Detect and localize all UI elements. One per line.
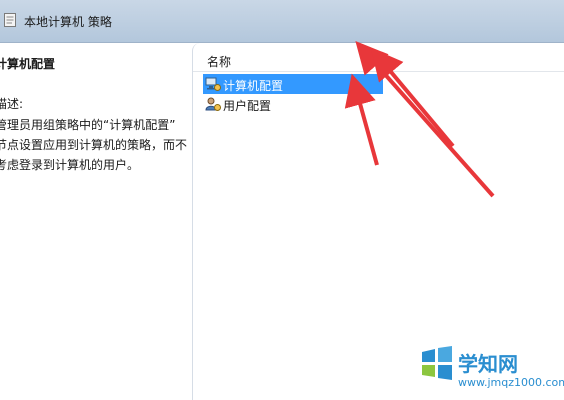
- watermark-url: www.jmqz1000.com: [458, 376, 564, 389]
- list-item-label: 计算机配置: [223, 79, 284, 93]
- description-line: 考虑登录到计算机的用户。: [0, 158, 140, 172]
- computer-config-icon: [205, 77, 221, 91]
- selected-node-heading: 计算机配置: [0, 57, 56, 71]
- watermark-text: 学知网: [458, 352, 518, 376]
- column-header-label: 名称: [207, 55, 232, 69]
- description-text: 管理员用组策略中的“计算机配置” 节点设置应用到计算机的策略，而不 考虑登录到计…: [0, 115, 191, 175]
- title-bar: 本地计算机 策略: [0, 0, 564, 43]
- description-line: 管理员用组策略中的“计算机配置”: [0, 118, 176, 132]
- watermark: 学知网 www.jmqz1000.com: [420, 342, 564, 398]
- windows-logo-icon: [422, 346, 452, 380]
- policy-document-icon: [4, 13, 16, 27]
- user-config-icon: [205, 97, 221, 111]
- description-pane: 计算机配置 描述: 管理员用组策略中的“计算机配置” 节点设置应用到计算机的策略…: [0, 43, 192, 400]
- list-item-label: 用户配置: [223, 99, 272, 113]
- list-item-user-config[interactable]: 用户配置: [203, 94, 383, 114]
- description-label: 描述:: [0, 97, 24, 111]
- list-item-computer-config[interactable]: 计算机配置: [203, 74, 383, 94]
- column-header-name[interactable]: 名称: [193, 49, 564, 72]
- description-line: 节点设置应用到计算机的策略，而不: [0, 138, 188, 152]
- window-title: 本地计算机 策略: [24, 15, 112, 29]
